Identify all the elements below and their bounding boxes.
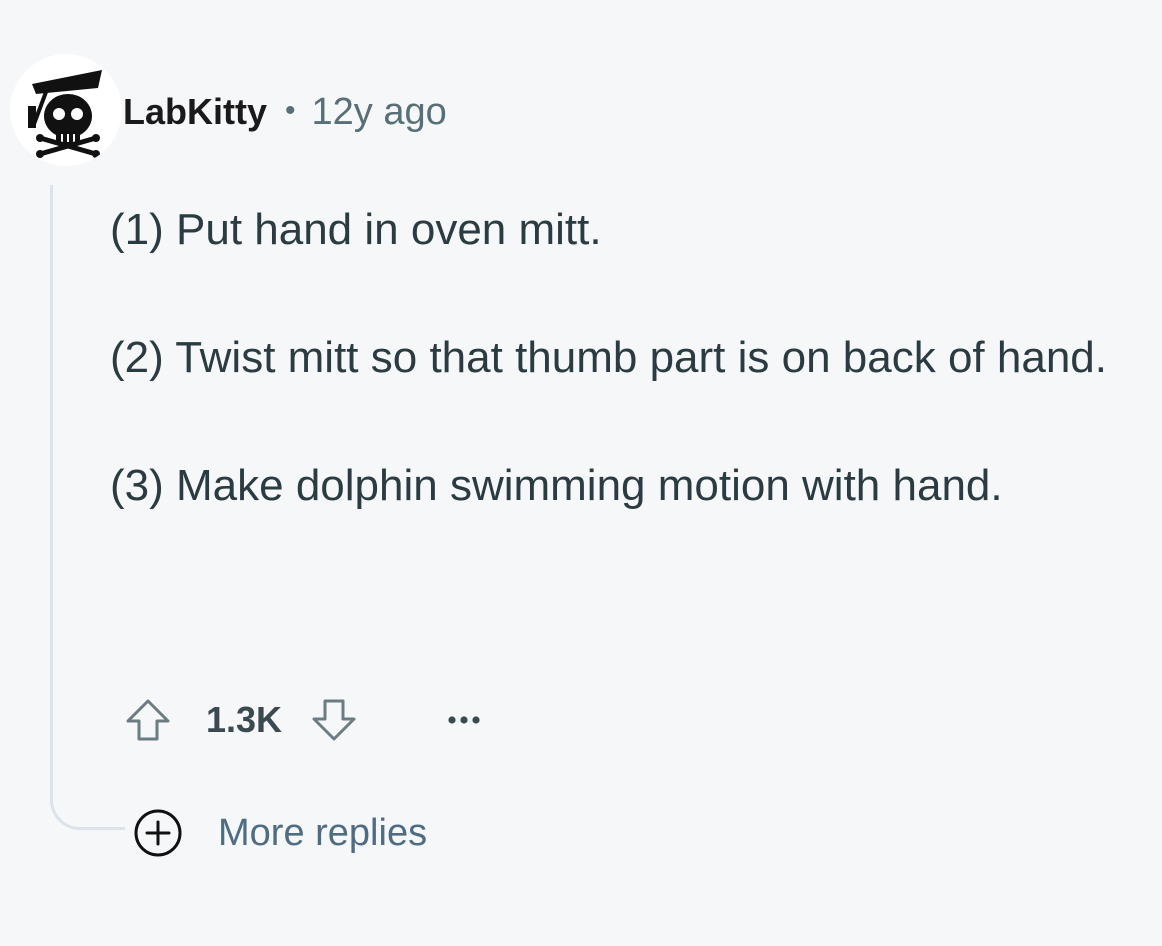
downvote-button[interactable] — [304, 690, 364, 750]
comment-body: (1) Put hand in oven mitt. (2) Twist mit… — [110, 196, 1140, 520]
comment-paragraph: (1) Put hand in oven mitt. — [110, 205, 602, 254]
more-replies-label: More replies — [218, 811, 428, 854]
more-options-button[interactable] — [434, 690, 494, 750]
username-link[interactable]: LabKitty — [123, 91, 267, 133]
comment-timestamp[interactable]: 12y ago — [312, 91, 447, 134]
comment-paragraph: (2) Twist mitt so that thumb part is on … — [110, 333, 1107, 382]
more-replies-button[interactable]: More replies — [132, 806, 427, 860]
vote-score: 1.3K — [206, 699, 283, 740]
plus-circle-icon — [132, 807, 184, 859]
meta-separator: • — [285, 94, 296, 127]
ellipsis-icon — [448, 716, 480, 724]
comment-actions: 1.3K — [118, 690, 494, 750]
upvote-button[interactable] — [118, 690, 178, 750]
comment-meta: LabKitty • 12y ago — [123, 88, 447, 136]
skull-logo-icon — [28, 70, 102, 158]
arrow-down-outline-icon — [312, 699, 356, 741]
avatar[interactable] — [10, 54, 122, 166]
comment-paragraph: (3) Make dolphin swimming motion with ha… — [110, 461, 1003, 510]
arrow-up-outline-icon — [126, 699, 170, 741]
